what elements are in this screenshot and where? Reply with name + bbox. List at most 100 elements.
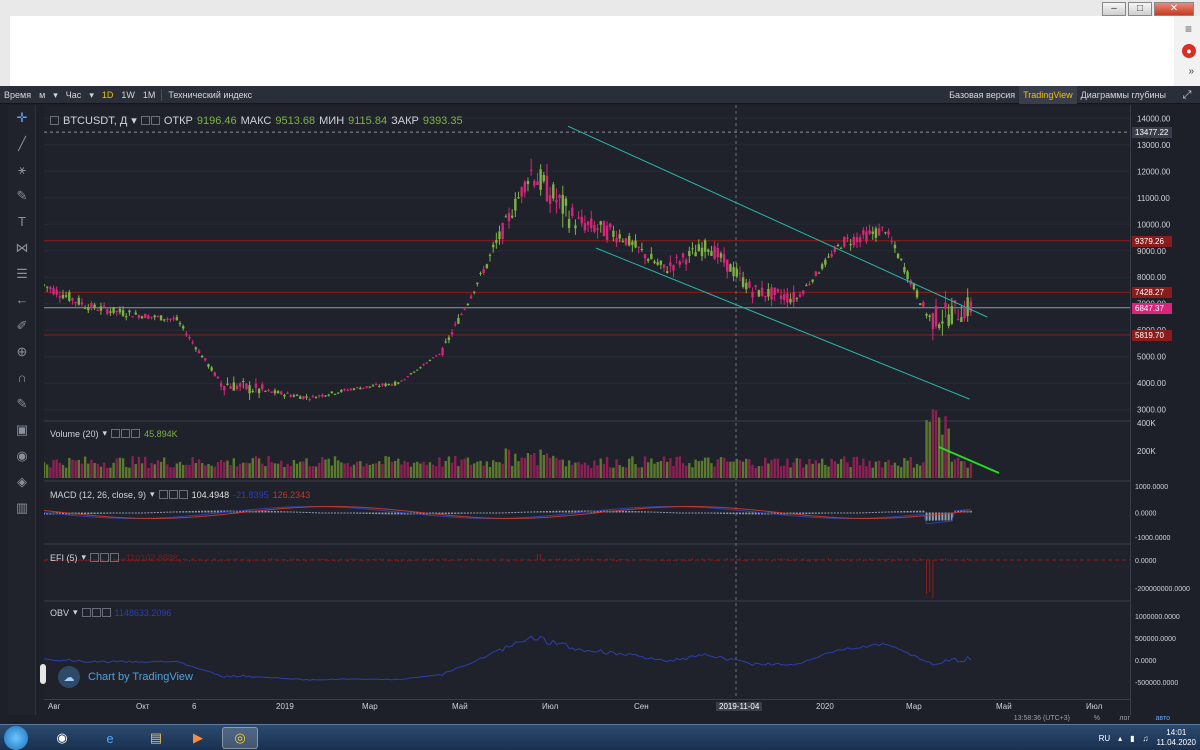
legend-buttons[interactable] (81, 608, 111, 617)
volume-icon[interactable]: ♫ (1143, 734, 1149, 743)
menu-dots-icon[interactable]: ≡ (1185, 22, 1192, 36)
volume-bar (172, 467, 175, 478)
zoom-icon[interactable]: ⊕ (8, 339, 36, 365)
macd-tick-label: 1000.0000 (1135, 484, 1168, 491)
windows-taskbar: ◉ e ▤ ▶ ◎ RU ▴ ▮ ♫ 14:01 11.04.2020 (0, 724, 1200, 750)
minute-select[interactable]: м (35, 86, 49, 104)
chart-canvas[interactable] (42, 105, 1130, 715)
macd-histogram-bar (808, 512, 811, 515)
scroll-handle[interactable] (40, 664, 46, 684)
volume-bar (185, 464, 188, 478)
depth-charts-tab[interactable]: Диаграммы глубины (1077, 86, 1170, 104)
volume-bar (836, 463, 840, 478)
symbol-name[interactable]: BTCUSDT, Д (63, 115, 127, 127)
volume-bar (919, 465, 922, 478)
tray-expand-icon[interactable]: ▴ (1118, 734, 1122, 743)
macd-histogram-bar (903, 511, 906, 513)
extension-icon[interactable]: ● (1182, 44, 1196, 58)
legend-buttons[interactable] (140, 116, 160, 125)
text-icon[interactable]: T (8, 209, 36, 235)
assistant-app-icon[interactable]: ◉ (44, 727, 80, 749)
minimize-button[interactable]: – (1102, 2, 1126, 16)
lock-icon[interactable]: ▣ (8, 417, 36, 443)
legend-buttons[interactable] (111, 429, 141, 438)
obv-label[interactable]: OBV (50, 608, 69, 618)
system-clock[interactable]: 14:01 11.04.2020 (1157, 728, 1196, 748)
candle-body (634, 240, 637, 248)
close-button[interactable]: ✕ (1154, 2, 1194, 16)
volume-bar (400, 464, 403, 478)
percent-toggle[interactable]: % (1094, 715, 1100, 722)
dropdown-icon[interactable]: ▾ (82, 552, 87, 563)
dropdown-icon[interactable]: ▾ (85, 86, 98, 104)
legend-buttons[interactable] (90, 553, 120, 562)
dropdown-icon[interactable]: ▾ (103, 428, 108, 439)
candle-body (789, 298, 792, 303)
chrome-icon[interactable]: ◎ (222, 727, 258, 749)
macd-histogram-bar (859, 512, 862, 514)
macd-histogram-bar (188, 511, 191, 513)
hour-select[interactable]: Час (62, 86, 86, 104)
pattern-icon[interactable]: ⋈ (8, 235, 36, 261)
volume-bar (365, 463, 368, 478)
network-icon[interactable]: ▮ (1130, 734, 1134, 743)
back-arrow-icon[interactable]: ← (8, 287, 36, 313)
tradingview-watermark[interactable]: ☁ Chart by TradingView (58, 666, 193, 688)
macd-histogram-bar (862, 512, 865, 514)
file-explorer-icon[interactable]: ▤ (138, 727, 174, 749)
eye-icon[interactable]: ◉ (8, 443, 36, 469)
dropdown-icon[interactable]: ▾ (150, 489, 155, 500)
media-player-icon[interactable]: ▶ (180, 727, 216, 749)
layers-icon[interactable]: ◈ (8, 469, 36, 495)
macd-histogram-bar (558, 510, 561, 513)
lock-drawing-icon[interactable]: ✎ (8, 391, 36, 417)
timeframe-1d-button[interactable]: 1D (98, 86, 118, 104)
ruler-icon[interactable]: ✐ (8, 313, 36, 339)
auto-toggle[interactable]: авто (1156, 715, 1170, 722)
macd-legend: MACD (12, 26, close, 9) ▾ 104.4948 -21.8… (50, 489, 310, 500)
efi-label[interactable]: EFI (5) (50, 553, 78, 563)
crosshair-icon[interactable]: ✛ (8, 105, 36, 131)
brush-icon[interactable]: ✎ (8, 183, 36, 209)
macd-histogram-bar (621, 510, 624, 513)
basic-version-tab[interactable]: Базовая версия (945, 86, 1019, 104)
macd-histogram-bar (365, 512, 368, 514)
candle-body (431, 357, 435, 359)
dropdown-icon[interactable]: ▾ (49, 86, 62, 104)
trendline-icon[interactable]: ╱ (8, 131, 36, 157)
fib-icon[interactable]: ⚹ (8, 157, 36, 183)
tradingview-tab[interactable]: TradingView (1019, 86, 1077, 104)
volume-label[interactable]: Volume (20) (50, 429, 99, 439)
macd-histogram-bar (131, 512, 134, 514)
candle-body (640, 249, 644, 251)
internet-explorer-icon[interactable]: e (92, 727, 128, 749)
magnet-icon[interactable]: ∩ (8, 365, 36, 391)
candle-body (109, 311, 112, 313)
price-tick-label: 12000.00 (1137, 167, 1171, 176)
legend-buttons[interactable] (158, 490, 188, 499)
volume-bar (213, 466, 217, 478)
start-button[interactable] (4, 726, 28, 750)
price-axis[interactable]: 14000.00 13000.00 12000.00 11000.00 10000.00… (1130, 105, 1200, 715)
macd-histogram-bar (625, 510, 628, 513)
fullscreen-icon[interactable]: ⤢ (1180, 88, 1194, 102)
macd-histogram-bar (492, 512, 495, 514)
dropdown-icon[interactable]: ▾ (73, 607, 78, 618)
tech-index-button[interactable]: Технический индекс (164, 86, 256, 104)
price-chart[interactable] (42, 105, 1130, 699)
more-icon[interactable]: » (1188, 66, 1194, 77)
maximize-button[interactable]: □ (1128, 2, 1152, 16)
volume-bar (628, 458, 631, 478)
candle-body (371, 385, 375, 387)
log-toggle[interactable]: лог (1119, 715, 1130, 722)
timeframe-1w-button[interactable]: 1W (117, 86, 139, 104)
macd-label[interactable]: MACD (12, 26, close, 9) (50, 490, 146, 500)
timeframe-1m-button[interactable]: 1M (139, 86, 160, 104)
dropdown-icon[interactable]: ▾ (131, 114, 137, 127)
prediction-icon[interactable]: ☰ (8, 261, 36, 287)
language-indicator[interactable]: RU (1099, 734, 1111, 743)
trash-icon[interactable]: ▥ (8, 495, 36, 521)
time-axis[interactable]: Авг Окт 6 2019 Мар Май Июл Сен 2019-11-04 2020 Мар… (44, 699, 1130, 715)
legend-collapse-icon[interactable] (50, 116, 59, 125)
volume-bar (387, 456, 390, 478)
